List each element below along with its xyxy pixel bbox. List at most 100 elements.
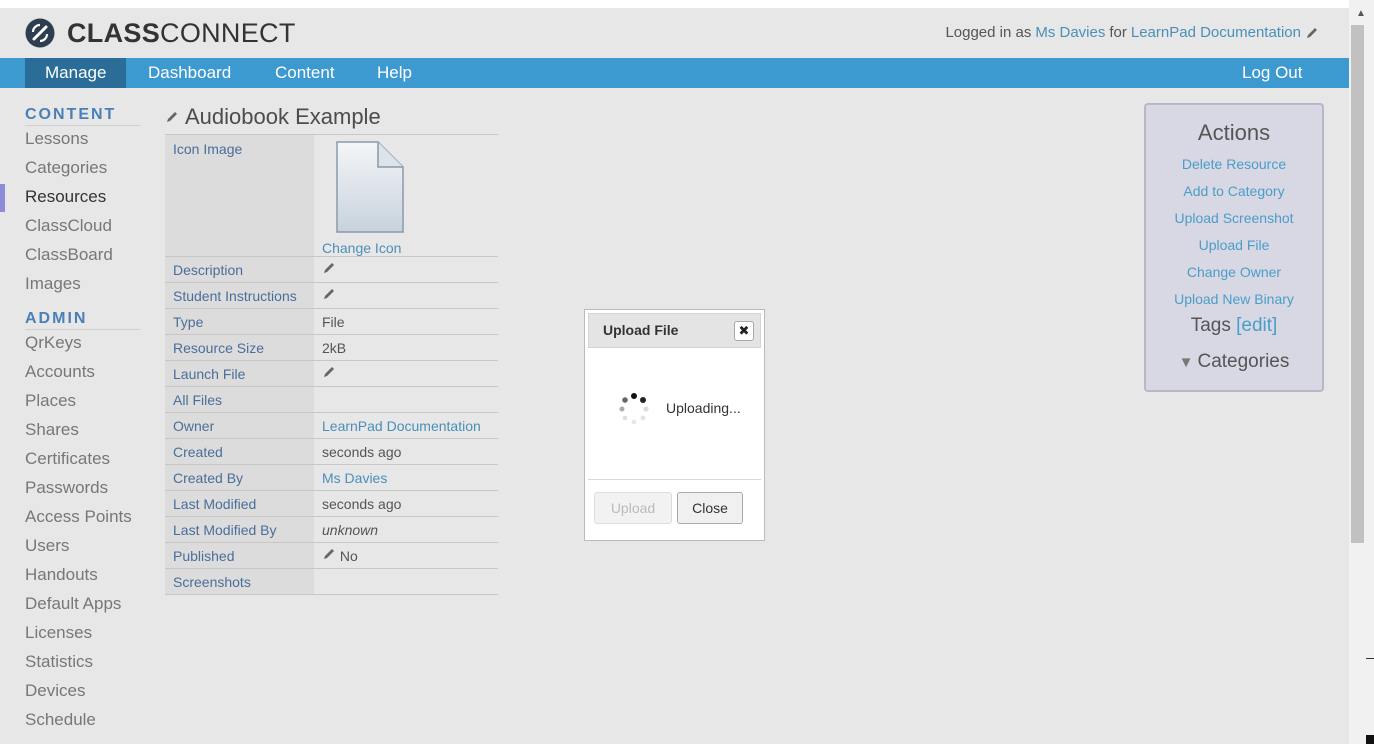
scroll-up-arrow-icon[interactable]: ▲	[1356, 8, 1366, 19]
upload-status-text: Uploading...	[666, 400, 741, 416]
upload-button[interactable]: Upload	[594, 492, 672, 524]
sidebar-item-lessons[interactable]: Lessons	[0, 126, 140, 155]
dialog-titlebar: Upload File ✖	[588, 313, 761, 348]
sidebar-item-default-apps[interactable]: Default Apps	[0, 591, 140, 620]
prop-value-last-modified-by: unknown	[314, 516, 498, 543]
close-button[interactable]: Close	[677, 492, 743, 524]
tags-edit-link[interactable]: [edit]	[1236, 315, 1277, 336]
sidebar-item-accounts[interactable]: Accounts	[0, 359, 140, 388]
logo[interactable]: CLASSCONNECT	[25, 18, 296, 48]
table-row: Student Instructions	[165, 282, 498, 309]
tags-label: Tags	[1190, 315, 1231, 336]
prop-value-all-files	[314, 386, 498, 413]
table-row: Type File	[165, 308, 498, 335]
scrollbar-thumb[interactable]	[1351, 25, 1364, 543]
prop-key-launch-file: Launch File	[165, 360, 314, 387]
sidebar-item-categories[interactable]: Categories	[0, 155, 140, 184]
prop-key-student-instructions: Student Instructions	[165, 282, 314, 309]
upload-file-dialog: Upload File ✖ Uploading... Upload Close	[584, 309, 765, 541]
prop-key-screenshots: Screenshots	[165, 568, 314, 595]
header: CLASSCONNECT Logged in as Ms Davies for …	[0, 8, 1349, 58]
corner-block	[1366, 735, 1374, 744]
table-row: Last Modified By unknown	[165, 516, 498, 543]
table-row: Resource Size 2kB	[165, 334, 498, 361]
page-title: Audiobook Example	[165, 100, 498, 134]
nav-dashboard[interactable]: Dashboard	[128, 58, 251, 88]
upload-file-link[interactable]: Upload File	[1146, 232, 1322, 259]
prop-value-description	[314, 256, 498, 283]
prop-key-type: Type	[165, 308, 314, 335]
edit-pencil-icon[interactable]	[322, 287, 336, 301]
prop-value-owner: LearnPad Documentation	[314, 412, 498, 439]
page-title-text: Audiobook Example	[185, 104, 381, 129]
org-link[interactable]: LearnPad Documentation	[1131, 24, 1301, 41]
nav-help[interactable]: Help	[357, 58, 432, 88]
actions-heading: Actions	[1197, 120, 1271, 145]
sidebar-item-passwords[interactable]: Passwords	[0, 475, 140, 504]
sidebar-item-classboard[interactable]: ClassBoard	[0, 242, 140, 271]
sidebar-item-schedule[interactable]: Schedule	[0, 707, 140, 736]
upload-screenshot-link[interactable]: Upload Screenshot	[1146, 205, 1322, 232]
prop-value-created-by: Ms Davies	[314, 464, 498, 491]
loading-spinner-icon	[619, 393, 649, 425]
sidebar-item-certificates[interactable]: Certificates	[0, 446, 140, 475]
prop-key-published: Published	[165, 542, 314, 569]
nav-content[interactable]: Content	[255, 58, 355, 88]
prop-value-resource-size: 2kB	[314, 334, 498, 361]
table-row: Last Modified seconds ago	[165, 490, 498, 517]
sidebar-item-access-points[interactable]: Access Points	[0, 504, 140, 533]
sidebar-item-qrkeys[interactable]: QrKeys	[0, 330, 140, 359]
brand-name: CLASSCONNECT	[67, 17, 296, 48]
edit-pencil-icon[interactable]	[322, 547, 336, 561]
user-link[interactable]: Ms Davies	[1035, 24, 1105, 41]
prop-value-icon-image: Change Icon	[314, 134, 498, 257]
upload-new-binary-link[interactable]: Upload New Binary	[1146, 286, 1322, 313]
main-nav: Manage Dashboard Content Help Log Out	[0, 58, 1349, 88]
table-row: Owner LearnPad Documentation	[165, 412, 498, 439]
close-icon[interactable]: ✖	[734, 321, 754, 341]
published-value: No	[339, 548, 358, 564]
sidebar-item-users[interactable]: Users	[0, 533, 140, 562]
table-row: Screenshots	[165, 568, 498, 595]
prop-value-launch-file	[314, 360, 498, 387]
edit-pencil-icon[interactable]	[1305, 26, 1319, 40]
sidebar-item-places[interactable]: Places	[0, 388, 140, 417]
change-icon-link[interactable]: Change Icon	[322, 240, 401, 256]
properties-table: Icon Image Change Icon Description Stude…	[165, 134, 498, 595]
sidebar-item-images[interactable]: Images	[0, 271, 140, 300]
owner-link[interactable]: LearnPad Documentation	[322, 418, 481, 434]
nav-logout[interactable]: Log Out	[1222, 58, 1323, 88]
sidebar-item-devices[interactable]: Devices	[0, 678, 140, 707]
prop-key-resource-size: Resource Size	[165, 334, 314, 361]
edit-title-pencil-icon[interactable]	[165, 110, 179, 124]
created-by-link[interactable]: Ms Davies	[322, 470, 387, 486]
table-row: Published No	[165, 542, 498, 569]
sidebar-item-shares[interactable]: Shares	[0, 417, 140, 446]
categories-label: Categories	[1197, 351, 1290, 372]
edit-pencil-icon[interactable]	[322, 365, 336, 379]
categories-toggle[interactable]: ▼ Categories	[1146, 351, 1322, 373]
vertical-scrollbar[interactable]: ▲	[1349, 0, 1374, 744]
edit-pencil-icon[interactable]	[322, 261, 336, 275]
sidebar-item-licenses[interactable]: Licenses	[0, 620, 140, 649]
prop-value-type: File	[314, 308, 498, 335]
sidebar-item-resources[interactable]: Resources	[0, 184, 140, 213]
sidebar-item-classcloud[interactable]: ClassCloud	[0, 213, 140, 242]
change-owner-link[interactable]: Change Owner	[1146, 259, 1322, 286]
add-to-category-link[interactable]: Add to Category	[1146, 178, 1322, 205]
delete-resource-link[interactable]: Delete Resource	[1146, 151, 1322, 178]
top-strip	[0, 0, 1349, 8]
logged-in-prefix: Logged in as	[945, 24, 1032, 41]
dialog-divider	[588, 479, 761, 480]
prop-key-description: Description	[165, 256, 314, 283]
prop-value-screenshots	[314, 568, 498, 595]
sidebar-heading-admin: ADMIN	[25, 304, 140, 330]
table-row: Created seconds ago	[165, 438, 498, 465]
sidebar-heading-content: CONTENT	[25, 100, 140, 126]
sidebar-item-handouts[interactable]: Handouts	[0, 562, 140, 591]
prop-key-owner: Owner	[165, 412, 314, 439]
prop-value-published: No	[314, 542, 498, 569]
nav-manage[interactable]: Manage	[25, 58, 127, 88]
sidebar-item-statistics[interactable]: Statistics	[0, 649, 140, 678]
tags-section: Tags [edit]	[1146, 315, 1322, 337]
